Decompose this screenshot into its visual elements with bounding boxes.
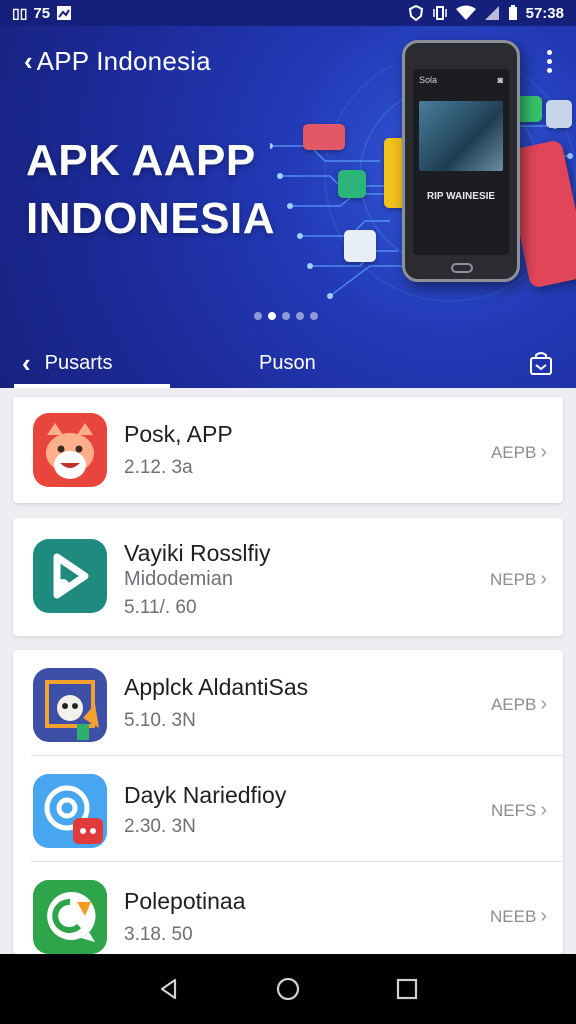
- phone-caption: RIP WAINESIE: [426, 191, 496, 202]
- play-arrow-icon: [33, 539, 107, 613]
- floating-app-chip-white: [344, 230, 376, 262]
- tab-label: Puson: [259, 351, 316, 374]
- app-name: Polepotinaa: [124, 888, 246, 914]
- image-notification-icon: [57, 6, 72, 20]
- app-name: Dayk Nariedfioy: [124, 782, 287, 808]
- app-action-button[interactable]: NEFS ›: [491, 799, 547, 822]
- chevron-right-icon: ›: [540, 693, 547, 715]
- list-item[interactable]: Polepotinaa 3.18. 50 NEEB ›: [13, 862, 563, 954]
- app-version: 5.11/. 60: [124, 597, 197, 618]
- carousel-page-indicator[interactable]: [254, 312, 318, 320]
- app-card[interactable]: Posk, APP 2.12. 3a AEPB ›: [13, 397, 563, 503]
- app-name: Applck AldantiSas: [124, 674, 309, 700]
- back-icon[interactable]: ‹: [24, 46, 33, 77]
- app-action-button[interactable]: AEPB ›: [491, 693, 547, 716]
- chevron-right-icon: ›: [540, 568, 547, 590]
- app-name: Posk, APP: [124, 421, 233, 447]
- page-dot[interactable]: [254, 312, 262, 320]
- nav-recents-button[interactable]: [387, 969, 427, 1009]
- phone-home-button: [451, 263, 473, 273]
- shopping-bag-icon[interactable]: [528, 350, 554, 376]
- page-dot[interactable]: [296, 312, 304, 320]
- shield-icon: [408, 5, 423, 21]
- fox-icon: [33, 413, 107, 487]
- app-action-label: AEPB: [490, 442, 537, 462]
- app-action-button[interactable]: NEEB ›: [490, 905, 547, 928]
- square-recents-icon: [396, 978, 417, 1000]
- phone-image: [419, 101, 503, 171]
- floating-app-chip-grey: [546, 100, 572, 128]
- status-time: 57:38: [525, 4, 564, 22]
- floating-app-chip-green: [338, 170, 366, 198]
- app-action-label: AEPB: [490, 694, 537, 714]
- phone-screen: Sola ◙ RIP WAINESIE: [413, 69, 509, 255]
- list-item[interactable]: Applck AldantiSas 5.10. 3N AEPB ›: [13, 650, 563, 756]
- system-navigation-bar: [0, 954, 576, 1024]
- nav-home-button[interactable]: [268, 969, 308, 1009]
- app-bar: ‹ APP Indonesia: [0, 26, 576, 96]
- app-action-button[interactable]: NEPB ›: [490, 568, 547, 591]
- app-version: 2.30. 3N: [124, 816, 196, 837]
- chevron-right-icon: ›: [540, 799, 547, 821]
- floating-app-chip-red: [303, 124, 345, 150]
- vibrate-icon: [432, 6, 447, 20]
- app-version: 2.12. 3a: [124, 457, 193, 478]
- page-title: APP Indonesia: [36, 45, 211, 76]
- page-dot[interactable]: [310, 312, 318, 320]
- app-version: 5.10. 3N: [124, 710, 196, 731]
- wifi-icon: [455, 5, 476, 20]
- tab-back-icon[interactable]: ‹: [22, 348, 31, 379]
- app-subtitle: Midodemian: [124, 568, 233, 590]
- app-card[interactable]: Applck AldantiSas 5.10. 3N AEPB › Dayk N…: [13, 650, 563, 954]
- hero-title-line-1: APK AAPP: [26, 136, 256, 185]
- circle-home-icon: [276, 977, 300, 1001]
- app-action-label: NEPB: [490, 569, 537, 589]
- hero-banner[interactable]: Sola ◙ RIP WAINESIE ‹ APP Indonesia APK …: [0, 26, 576, 388]
- camera-lens-icon: [33, 774, 107, 848]
- nav-back-button[interactable]: [149, 969, 189, 1009]
- app-screen: ▯▯ 75 57:38 Sola ◙ RIP WAINESIE ‹ APP In…: [0, 0, 576, 1024]
- battery-icon: [508, 5, 517, 20]
- hero-title-line-2: INDONESIA: [26, 194, 275, 243]
- sim-icon: ▯▯: [12, 5, 28, 21]
- more-options-icon[interactable]: [541, 44, 558, 79]
- page-dot-active[interactable]: [268, 312, 276, 320]
- tab-puson[interactable]: Puson: [259, 338, 316, 388]
- signal-icon: [484, 6, 499, 20]
- app-version: 3.18. 50: [124, 924, 193, 945]
- app-name: Vayiki Rosslfiy: [124, 540, 271, 566]
- app-action-label: NEEB: [490, 906, 537, 926]
- app-card[interactable]: Vayiki Rosslfiy Midodemian 5.11/. 60 NEP…: [13, 518, 563, 636]
- app-action-label: NEFS: [490, 800, 537, 820]
- character-icon: [33, 668, 107, 742]
- chevron-right-icon: ›: [540, 441, 547, 463]
- status-left-text: 75: [33, 4, 51, 22]
- status-bar: ▯▯ 75 57:38: [0, 0, 576, 26]
- tab-pusarts[interactable]: ‹ Pusarts: [22, 338, 112, 388]
- chat-bubble-icon: [33, 880, 107, 954]
- tab-bar: ‹ Pusarts Puson: [0, 338, 576, 388]
- list-item[interactable]: Dayk Nariedfioy 2.30. 3N NEFS ›: [13, 756, 563, 862]
- chevron-right-icon: ›: [540, 905, 547, 927]
- app-action-button[interactable]: AEPB ›: [491, 441, 547, 464]
- list-item[interactable]: Vayiki Rosslfiy Midodemian 5.11/. 60 NEP…: [13, 518, 563, 636]
- list-item[interactable]: Posk, APP 2.12. 3a AEPB ›: [13, 397, 563, 503]
- selected-tab-indicator: [14, 384, 170, 388]
- triangle-back-icon: [161, 978, 177, 1000]
- page-dot[interactable]: [282, 312, 290, 320]
- tab-label: Pusarts: [44, 351, 113, 374]
